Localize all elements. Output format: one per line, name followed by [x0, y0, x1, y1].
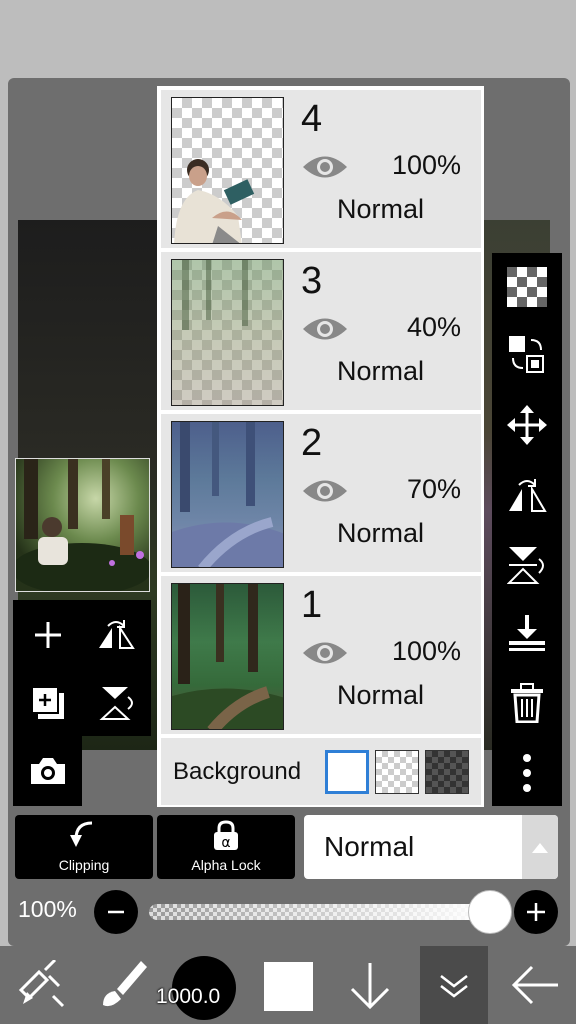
layer-number: 3: [301, 260, 323, 302]
layer-opacity: 40%: [406, 312, 461, 342]
duplicate-icon: [31, 686, 64, 719]
alpha-lock-button[interactable]: α Alpha Lock: [157, 815, 295, 879]
clipping-button[interactable]: Clipping: [15, 815, 153, 879]
plus-icon: [527, 903, 545, 921]
clipping-icon: [70, 821, 93, 847]
move-down-button[interactable]: [338, 946, 402, 1024]
layer-blend-mode: Normal: [337, 518, 425, 548]
layer-opacity: 70%: [406, 474, 461, 504]
blend-mode-value: Normal: [324, 831, 415, 862]
visibility-eye-icon[interactable]: [301, 638, 349, 668]
blend-mode-dropdown-button[interactable]: [522, 815, 558, 879]
background-transparent-option[interactable]: [375, 750, 419, 794]
checkerboard-icon: [507, 267, 547, 307]
layer-number: 2: [301, 422, 323, 464]
opacity-slider[interactable]: [149, 904, 489, 920]
back-button[interactable]: [500, 946, 570, 1024]
flip-vertical-right-button[interactable]: [503, 541, 551, 589]
move-layer-content-button[interactable]: [503, 331, 551, 379]
tree-trunks: [182, 260, 248, 330]
move-arrows-icon: [507, 405, 547, 445]
background-row: Background: [161, 738, 481, 805]
flip-horizontal-right-button[interactable]: [503, 471, 551, 519]
more-vertical-icon: [523, 754, 531, 792]
layer-opacity: 100%: [391, 636, 461, 666]
chevron-double-down-icon: [440, 975, 468, 998]
collapse-panel-button[interactable]: [420, 946, 488, 1024]
merge-down-button[interactable]: [503, 609, 551, 657]
layer-row-3[interactable]: 3 40% Normal: [161, 252, 481, 410]
flip-vertical-button[interactable]: [93, 680, 139, 726]
plus-icon: [35, 622, 61, 648]
delete-layer-button[interactable]: [503, 679, 551, 727]
tool-switch-icon: [18, 960, 65, 1008]
flip-vertical-icon: [99, 687, 133, 720]
chevron-up-icon: [532, 843, 548, 853]
flip-vertical-icon: [507, 547, 544, 584]
arrow-left-icon: [511, 965, 558, 1005]
opacity-slider-knob[interactable]: [468, 890, 512, 934]
layer-row-4[interactable]: 4 100% Normal: [161, 90, 481, 248]
layer-blend-mode: Normal: [337, 356, 425, 386]
opacity-increase-button[interactable]: [514, 890, 558, 934]
alpha-lock-label: Alpha Lock: [191, 857, 261, 873]
layer-thumbnail-2: [171, 421, 284, 568]
brush-tool-button[interactable]: [90, 946, 154, 1024]
more-options-button[interactable]: [503, 749, 551, 797]
lock-icon: α: [214, 820, 238, 851]
svg-text:α: α: [221, 835, 230, 851]
layer-blend-mode: Normal: [337, 680, 425, 710]
layer-thumbnail-3: [171, 259, 284, 406]
arrow-down-icon: [350, 963, 390, 1010]
camera-button[interactable]: [25, 748, 71, 794]
layer-thumbnail-1: [171, 583, 284, 730]
camera-panel: [13, 736, 82, 806]
camera-icon: [31, 758, 65, 784]
flip-horizontal-button[interactable]: [93, 612, 139, 658]
add-layer-button[interactable]: [25, 612, 71, 658]
person-reading-image: [174, 159, 255, 243]
opacity-label: 100%: [18, 896, 77, 922]
layer-row-2[interactable]: 2 70% Normal: [161, 414, 481, 572]
layer-blend-mode: Normal: [337, 194, 425, 224]
layer-opacity: 100%: [391, 150, 461, 180]
blue-forest-image: [172, 422, 283, 567]
layer-row-1[interactable]: 1 100% Normal: [161, 576, 481, 734]
tool-switch-button[interactable]: [8, 946, 72, 1024]
visibility-eye-icon[interactable]: [301, 314, 349, 344]
flip-horizontal-icon: [99, 620, 135, 649]
right-toolbar: [492, 253, 562, 806]
minus-icon: [108, 910, 124, 914]
blend-mode-select[interactable]: Normal: [304, 815, 558, 879]
layer-number: 1: [301, 584, 323, 626]
merge-down-icon: [509, 615, 545, 651]
layer-number: 4: [301, 98, 323, 140]
duplicate-layer-button[interactable]: [25, 680, 71, 726]
green-forest-image: [172, 584, 283, 729]
thumbnail-image: [16, 459, 149, 591]
opacity-decrease-button[interactable]: [94, 890, 138, 934]
layer-tools-panel: [13, 600, 151, 736]
trash-icon: [511, 683, 543, 723]
layers-panel: 4 100% Normal 3 40% Normal 2 70% Normal …: [157, 86, 484, 807]
transparency-button[interactable]: [503, 263, 551, 311]
clipping-label: Clipping: [58, 857, 110, 873]
move-tool-button[interactable]: [503, 401, 551, 449]
reference-thumbnail[interactable]: [15, 458, 150, 592]
flip-horizontal-icon: [509, 479, 547, 512]
background-white-option[interactable]: [325, 750, 369, 794]
swap-layer-icon: [509, 336, 544, 373]
visibility-eye-icon[interactable]: [301, 152, 349, 182]
brush-size-value: 1000.0: [156, 985, 221, 1008]
current-color-swatch[interactable]: [264, 962, 313, 1011]
background-label: Background: [173, 758, 302, 785]
visibility-eye-icon[interactable]: [301, 476, 349, 506]
paintbrush-icon: [103, 961, 147, 1007]
layer-thumbnail-4: [171, 97, 284, 244]
background-dark-option[interactable]: [425, 750, 469, 794]
